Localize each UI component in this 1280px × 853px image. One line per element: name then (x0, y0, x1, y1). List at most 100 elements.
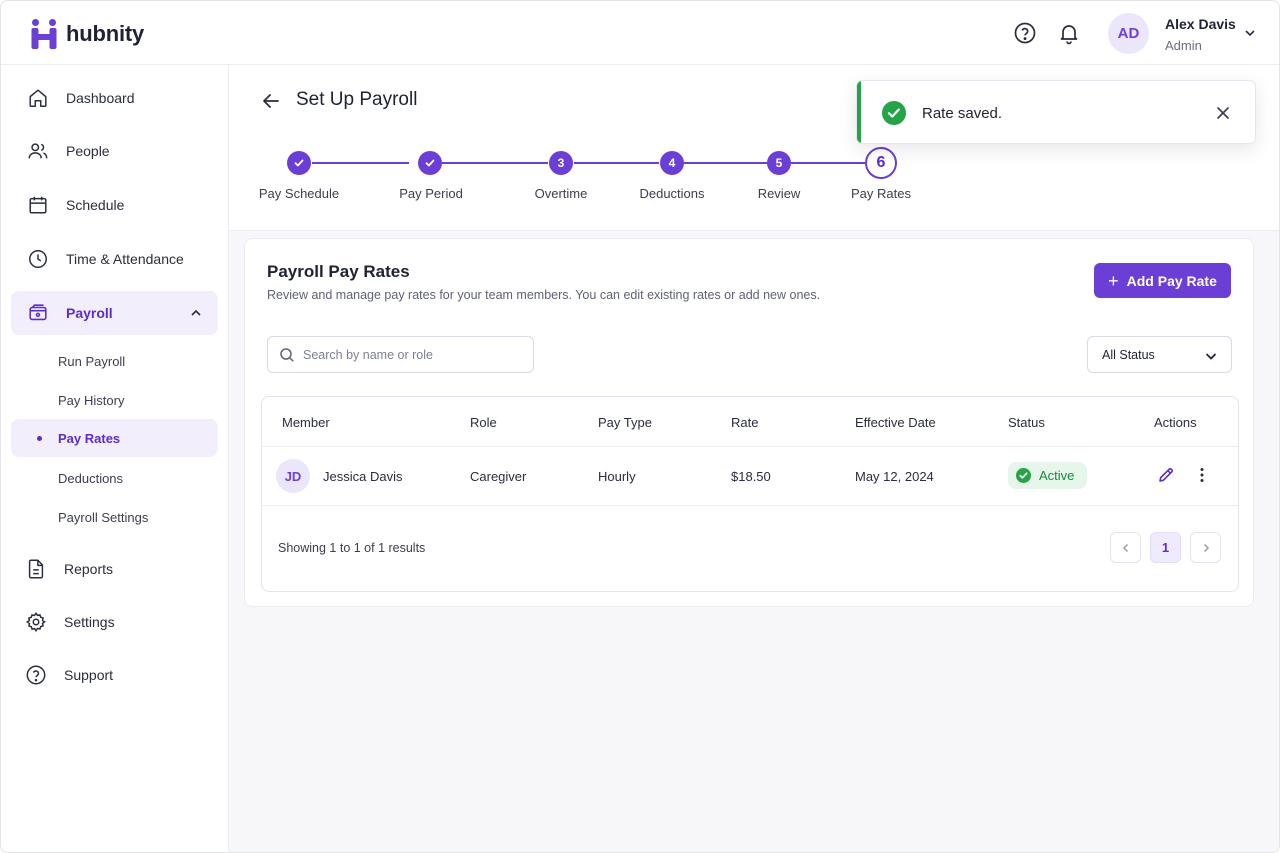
pay-rates-table: Member Role Pay Type Rate Effective Date… (261, 396, 1239, 592)
toast-message: Rate saved. (922, 105, 1003, 122)
sidebar-subitem-label: Run Payroll (58, 353, 126, 369)
member-avatar: JD (276, 459, 310, 493)
sidebar-item-dashboard[interactable]: Dashboard (11, 76, 218, 120)
wallet-icon (27, 302, 49, 324)
search-box[interactable] (267, 336, 534, 373)
success-toast: Rate saved. (856, 80, 1256, 144)
step-4-circle[interactable]: 4 (660, 151, 684, 175)
pagination-prev-button[interactable] (1110, 532, 1141, 563)
step-label: Deductions (639, 186, 705, 201)
users-icon (27, 140, 49, 162)
sidebar-subitem-payroll-settings[interactable]: Payroll Settings (11, 498, 218, 536)
chevron-left-icon (1122, 543, 1128, 552)
pagination-next-button[interactable] (1190, 532, 1221, 563)
chevron-up-icon[interactable] (188, 305, 204, 321)
sidebar-subitem-label: Payroll Settings (58, 509, 149, 525)
sidebar-subitem-deductions[interactable]: Deductions (11, 459, 218, 497)
step-5-circle[interactable]: 5 (767, 151, 791, 175)
sidebar-item-people[interactable]: People (11, 129, 218, 173)
page-title: Set Up Payroll (296, 89, 418, 110)
more-vertical-icon[interactable] (1193, 466, 1211, 484)
clock-icon (27, 248, 49, 270)
pencil-icon[interactable] (1157, 466, 1175, 484)
logo[interactable]: hubnity (31, 19, 144, 49)
effective-date: May 12, 2024 (855, 469, 934, 484)
sidebar-item-schedule[interactable]: Schedule (11, 183, 218, 227)
status-label: Active (1039, 468, 1075, 483)
status-filter-select[interactable]: All Status (1087, 336, 1232, 373)
help-circle-icon (25, 664, 47, 686)
app-name: hubnity (66, 21, 145, 46)
sidebar-item-support[interactable]: Support (11, 653, 218, 697)
step-3-circle[interactable]: 3 (549, 151, 573, 175)
chevron-right-icon (1203, 543, 1209, 552)
step-connector (442, 162, 548, 164)
sidebar-subitem-pay-history[interactable]: Pay History (11, 381, 218, 419)
status-filter-value: All Status (1102, 348, 1155, 362)
sidebar-item-label: Dashboard (66, 90, 135, 106)
step-label: Pay Schedule (258, 186, 340, 201)
status-badge: Active (1008, 462, 1087, 489)
user-name[interactable]: Alex Davis (1165, 16, 1236, 32)
step-connector (574, 162, 659, 164)
hubnity-logo-icon (31, 19, 57, 49)
sidebar-subitem-pay-rates[interactable]: Pay Rates (11, 419, 218, 457)
member-role: Caregiver (470, 469, 527, 484)
close-icon[interactable] (1215, 105, 1231, 121)
step-1-check-icon[interactable] (287, 151, 311, 175)
search-input[interactable] (303, 345, 523, 365)
results-summary: Showing 1 to 1 of 1 results (278, 541, 426, 555)
sidebar-item-payroll[interactable]: Payroll (11, 291, 218, 335)
chevron-down-icon (1203, 348, 1219, 364)
pagination-page-button[interactable]: 1 (1150, 532, 1181, 563)
sidebar-item-label: Time & Attendance (66, 251, 184, 267)
member-name: Jessica Davis (323, 469, 403, 484)
card-subtitle: Review and manage pay rates for your tea… (267, 288, 821, 302)
step-label: Pay Rates (851, 186, 911, 201)
sidebar-item-label: Payroll (66, 305, 113, 321)
document-icon (25, 558, 47, 580)
active-dot (37, 436, 42, 441)
calendar-icon (27, 194, 49, 216)
column-header-pay-type[interactable]: Pay Type (598, 415, 652, 430)
step-label: Pay Period (399, 186, 463, 201)
step-6-circle[interactable]: 6 (865, 147, 897, 179)
pay-rate: $18.50 (731, 469, 771, 484)
sidebar-item-reports[interactable]: Reports (11, 547, 218, 591)
step-connector (684, 162, 767, 164)
step-label: Overtime (534, 186, 588, 201)
divider (262, 505, 1238, 506)
step-connector (312, 162, 409, 164)
card-title: Payroll Pay Rates (267, 262, 410, 281)
pay-rates-card: Payroll Pay Rates Review and manage pay … (244, 238, 1254, 607)
sidebar-item-label: Support (64, 667, 114, 683)
user-avatar[interactable]: AD (1108, 13, 1149, 54)
sidebar-item-label: Reports (64, 561, 114, 577)
sidebar-item-label: Schedule (66, 197, 125, 213)
sidebar-item-time-attendance[interactable]: Time & Attendance (11, 237, 218, 281)
column-header-status[interactable]: Status (1008, 415, 1045, 430)
add-pay-rate-label: Add Pay Rate (1126, 272, 1217, 289)
chevron-down-icon[interactable] (1242, 25, 1258, 41)
gear-icon (25, 611, 47, 633)
divider (262, 446, 1238, 447)
search-icon (279, 347, 295, 363)
check-circle-icon (1016, 468, 1031, 483)
arrow-left-icon[interactable] (259, 89, 283, 113)
column-header-effective-date[interactable]: Effective Date (855, 415, 936, 430)
column-header-rate[interactable]: Rate (731, 415, 758, 430)
sidebar-subitem-label: Pay Rates (58, 430, 121, 446)
main-content: Set Up Payroll 3 4 5 6 Pay Schedule Pay … (229, 65, 1279, 852)
step-2-check-icon[interactable] (418, 151, 442, 175)
app-window: hubnity AD Alex Davis Admin Dashboard Pe… (0, 0, 1280, 853)
column-header-role[interactable]: Role (470, 415, 497, 430)
sidebar-item-settings[interactable]: Settings (11, 600, 218, 644)
add-pay-rate-button[interactable]: + Add Pay Rate (1094, 263, 1231, 298)
column-header-member[interactable]: Member (282, 415, 330, 430)
sidebar-item-label: Settings (64, 614, 115, 630)
sidebar-subitem-run-payroll[interactable]: Run Payroll (11, 342, 218, 380)
column-header-actions: Actions (1154, 415, 1197, 430)
bell-icon[interactable] (1057, 21, 1081, 45)
help-circle-icon[interactable] (1013, 21, 1037, 45)
step-label: Review (757, 186, 801, 201)
